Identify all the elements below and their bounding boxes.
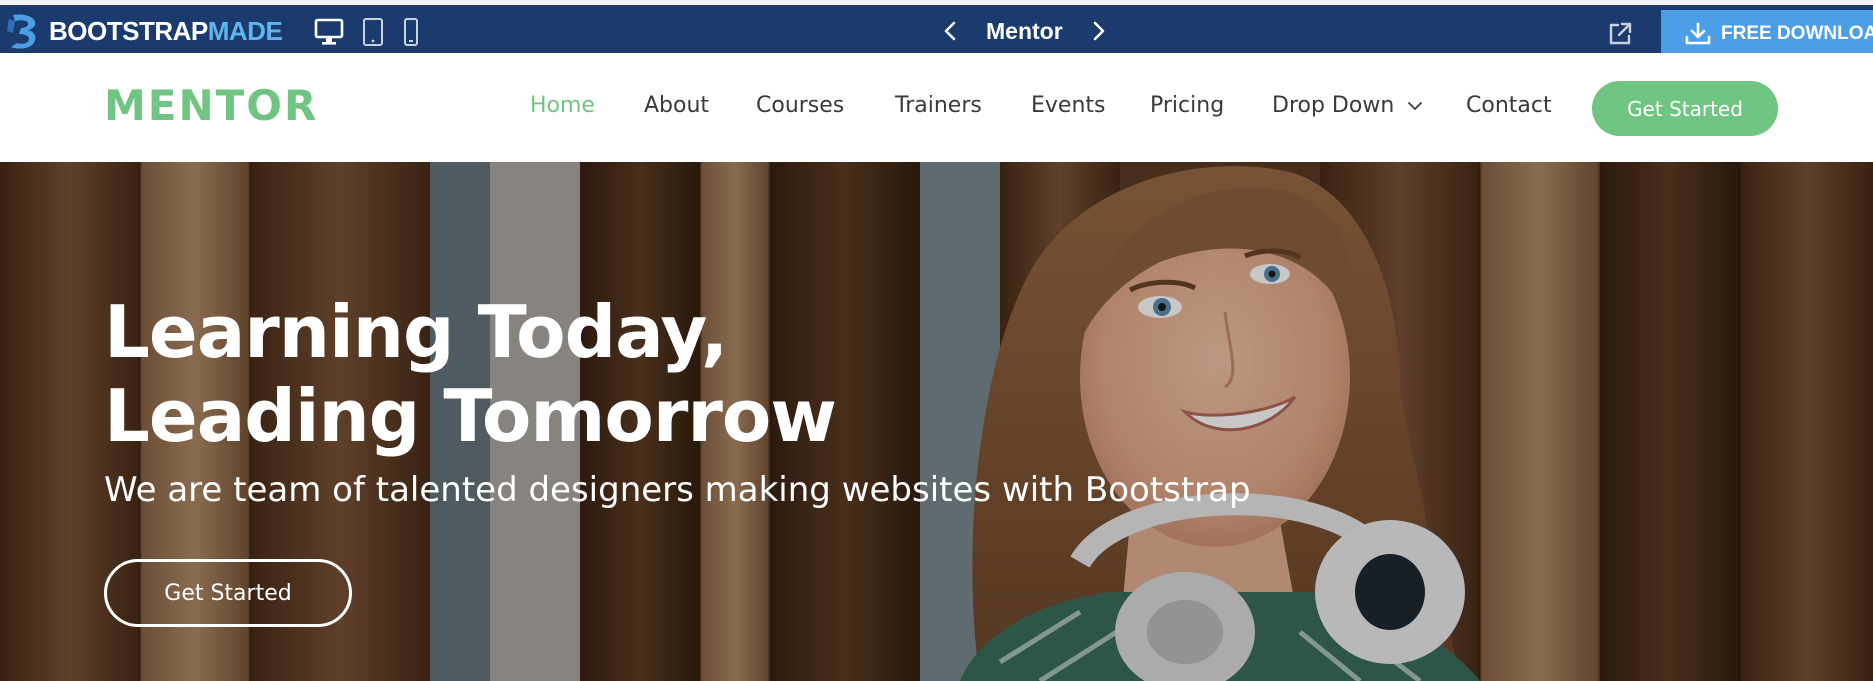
- site-header: MENTOR Home About Courses Trainers Event…: [0, 53, 1873, 162]
- nav-item-about[interactable]: About: [644, 93, 709, 118]
- nav-item-dropdown-label: Drop Down: [1272, 93, 1395, 118]
- mobile-icon[interactable]: [402, 17, 420, 47]
- nav-item-events[interactable]: Events: [1031, 93, 1106, 118]
- chevron-down-icon: [1408, 102, 1423, 110]
- hero-title: Learning Today, Leading Tomorrow: [104, 290, 1004, 458]
- preview-toolbar: BOOTSTRAP MADE Mentor FREE DOWNLOA: [0, 0, 1873, 58]
- nav-item-dropdown[interactable]: Drop Down: [1272, 93, 1423, 118]
- device-switcher: [314, 17, 420, 47]
- get-started-button[interactable]: Get Started: [1592, 81, 1778, 136]
- nav-item-pricing[interactable]: Pricing: [1150, 93, 1224, 118]
- chevron-left-icon[interactable]: [940, 20, 962, 42]
- tablet-icon[interactable]: [362, 17, 384, 47]
- hero-title-line-1: Learning Today,: [104, 290, 728, 374]
- bootstrapmade-logo[interactable]: BOOTSTRAP MADE: [5, 11, 283, 51]
- download-icon: [1685, 22, 1711, 45]
- template-navigator: Mentor: [940, 13, 1109, 49]
- nav-item-contact[interactable]: Contact: [1466, 93, 1552, 118]
- hero-title-line-2: Leading Tomorrow: [104, 374, 837, 458]
- brand-text-made: MADE: [207, 15, 283, 46]
- hero-section: Learning Today, Leading Tomorrow We are …: [0, 162, 1873, 681]
- nav-item-courses[interactable]: Courses: [756, 93, 844, 118]
- hero-subtitle: We are team of talented designers making…: [104, 470, 1251, 510]
- nav-item-home[interactable]: Home: [530, 93, 595, 118]
- hero-get-started-button[interactable]: Get Started: [104, 559, 352, 627]
- bootstrapmade-mark-icon: [7, 14, 36, 49]
- free-download-button[interactable]: FREE DOWNLOA: [1661, 10, 1873, 58]
- desktop-icon[interactable]: [314, 18, 344, 46]
- browser-viewport: BOOTSTRAP MADE Mentor FREE DOWNLOA MENTO…: [0, 0, 1873, 681]
- external-link-icon[interactable]: [1606, 20, 1634, 48]
- nav-item-trainers[interactable]: Trainers: [895, 93, 982, 118]
- chevron-right-icon[interactable]: [1087, 20, 1109, 42]
- template-name: Mentor: [986, 17, 1063, 44]
- brand-text-bootstrap: BOOTSTRAP: [49, 15, 208, 46]
- download-label: FREE DOWNLOA: [1721, 23, 1873, 44]
